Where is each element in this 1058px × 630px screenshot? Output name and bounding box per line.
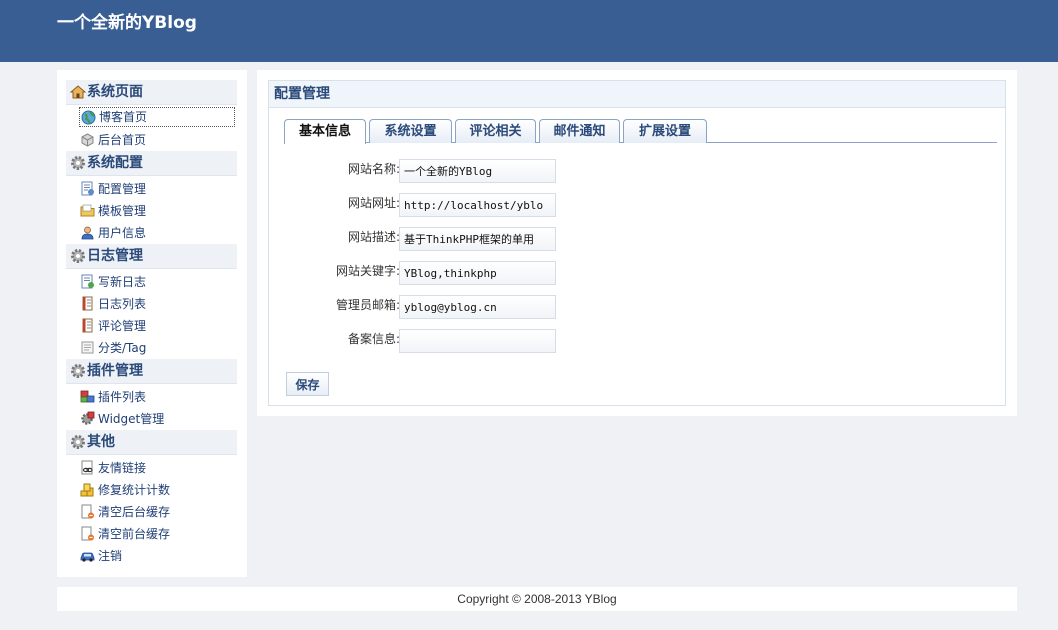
user-icon	[80, 225, 95, 240]
config-doc-icon	[80, 181, 95, 196]
form-row-icp-info: 备案信息:	[269, 329, 1005, 353]
form-row-site-name: 网站名称:	[269, 159, 1005, 183]
clear-doc-icon	[80, 504, 95, 519]
tab-system-settings[interactable]: 系统设置	[369, 119, 452, 143]
sidebar-item-template-manage[interactable]: 模板管理	[79, 201, 235, 221]
link-doc-icon	[80, 460, 95, 475]
sidebar-item-label: 评论管理	[98, 319, 147, 333]
icp-info-label: 备案信息:	[347, 332, 400, 346]
menu-group-other: 其他	[66, 430, 237, 455]
admin-email-input[interactable]	[399, 295, 556, 319]
book-icon	[80, 318, 95, 333]
sidebar-item-clear-admin-cache[interactable]: 清空后台缓存	[79, 502, 235, 522]
site-desc-input[interactable]	[399, 227, 556, 251]
gear-icon	[70, 155, 86, 171]
sidebar-item-label: 模板管理	[98, 204, 147, 218]
sidebar-item-label: 博客首页	[99, 110, 148, 124]
sidebar-item-user-info[interactable]: 用户信息	[79, 223, 235, 243]
sidebar-item-label: 写新日志	[98, 275, 147, 289]
site-keywords-input[interactable]	[399, 261, 556, 285]
sidebar: 系统页面 博客首页 后台首页 系统配置 配置管理 模板管理 用户信息 日志管理 …	[57, 70, 247, 577]
new-doc-icon	[80, 274, 95, 289]
sidebar-item-config-manage[interactable]: 配置管理	[79, 179, 235, 199]
sidebar-item-label: 友情链接	[98, 461, 147, 475]
gear-icon	[70, 248, 86, 264]
form-row-site-url: 网站网址:	[269, 193, 1005, 217]
site-name-input[interactable]	[399, 159, 556, 183]
plugin-icon	[80, 389, 95, 404]
tab-comment-settings[interactable]: 评论相关	[455, 119, 536, 143]
book-icon	[80, 296, 95, 311]
panel-title: 配置管理	[269, 81, 1005, 108]
footer: Copyright © 2008-2013 YBlog	[57, 587, 1017, 611]
form-row-admin-email: 管理员邮箱:	[269, 295, 1005, 319]
home-icon	[70, 84, 86, 100]
site-keywords-label: 网站关键字:	[335, 264, 400, 278]
sidebar-item-label: 插件列表	[98, 390, 147, 404]
menu-group-system-config: 系统配置	[66, 151, 237, 176]
sidebar-item-label: Widget管理	[98, 412, 165, 426]
menu-group-post-manage: 日志管理	[66, 244, 237, 269]
box-icon	[80, 132, 95, 147]
menu-group-plugin-manage: 插件管理	[66, 359, 237, 384]
globe-icon	[81, 110, 96, 125]
text-doc-icon	[80, 340, 95, 355]
form-row-site-keywords: 网站关键字:	[269, 261, 1005, 285]
main-content: 配置管理 基本信息 系统设置 评论相关 邮件通知 扩展设置 网站名称: 网站网址…	[257, 70, 1017, 416]
sidebar-item-friend-links[interactable]: 友情链接	[79, 458, 235, 478]
sidebar-item-label: 清空后台缓存	[98, 505, 171, 519]
car-icon	[80, 548, 95, 563]
sidebar-item-label: 用户信息	[98, 226, 147, 240]
sidebar-item-blog-home[interactable]: 博客首页	[79, 107, 235, 127]
folder-icon	[80, 203, 95, 218]
sidebar-item-label: 注销	[98, 549, 123, 563]
icp-info-input[interactable]	[399, 329, 556, 353]
tab-extend-settings[interactable]: 扩展设置	[623, 119, 707, 143]
sidebar-item-post-list[interactable]: 日志列表	[79, 294, 235, 314]
menu-group-title: 其他	[87, 434, 115, 450]
sidebar-item-label: 日志列表	[98, 297, 147, 311]
copyright-text: Copyright © 2008-2013 YBlog	[457, 592, 617, 606]
sidebar-item-label: 分类/Tag	[98, 341, 147, 355]
gear-icon	[70, 363, 86, 379]
sidebar-item-label: 清空前台缓存	[98, 527, 171, 541]
site-title[interactable]: 一个全新的YBlog	[57, 8, 197, 33]
sidebar-item-clear-front-cache[interactable]: 清空前台缓存	[79, 524, 235, 544]
sidebar-item-category-tag[interactable]: 分类/Tag	[79, 338, 235, 358]
sidebar-item-fix-counts[interactable]: 修复统计计数	[79, 480, 235, 500]
header-bar: 一个全新的YBlog	[0, 0, 1058, 62]
site-name-label: 网站名称:	[347, 162, 400, 176]
menu-group-title: 插件管理	[87, 363, 143, 379]
menu-group-title: 系统配置	[87, 155, 143, 171]
site-url-label: 网站网址:	[347, 196, 400, 210]
menu-group-system-pages: 系统页面	[66, 80, 237, 105]
clear-doc-icon	[80, 526, 95, 541]
menu-group-title: 日志管理	[87, 248, 143, 264]
site-url-input[interactable]	[399, 193, 556, 217]
save-button[interactable]: 保存	[286, 372, 329, 396]
sidebar-item-widget-manage[interactable]: Widget管理	[79, 409, 235, 429]
widget-icon	[80, 411, 95, 426]
sidebar-item-label: 配置管理	[98, 182, 147, 196]
config-panel: 配置管理 基本信息 系统设置 评论相关 邮件通知 扩展设置 网站名称: 网站网址…	[268, 80, 1006, 406]
form-row-site-desc: 网站描述:	[269, 227, 1005, 251]
sidebar-item-comment-manage[interactable]: 评论管理	[79, 316, 235, 336]
sidebar-item-label: 修复统计计数	[98, 483, 171, 497]
sidebar-item-label: 后台首页	[98, 133, 147, 147]
coins-icon	[80, 482, 95, 497]
tab-email-notify[interactable]: 邮件通知	[539, 119, 620, 143]
sidebar-item-write-post[interactable]: 写新日志	[79, 272, 235, 292]
tab-basic-info[interactable]: 基本信息	[284, 119, 366, 144]
sidebar-item-admin-home[interactable]: 后台首页	[79, 130, 235, 150]
gear-icon	[70, 434, 86, 450]
sidebar-item-logout[interactable]: 注销	[79, 546, 235, 566]
site-desc-label: 网站描述:	[347, 230, 400, 244]
sidebar-item-plugin-list[interactable]: 插件列表	[79, 387, 235, 407]
menu-group-title: 系统页面	[87, 84, 143, 100]
admin-email-label: 管理员邮箱:	[335, 298, 400, 312]
